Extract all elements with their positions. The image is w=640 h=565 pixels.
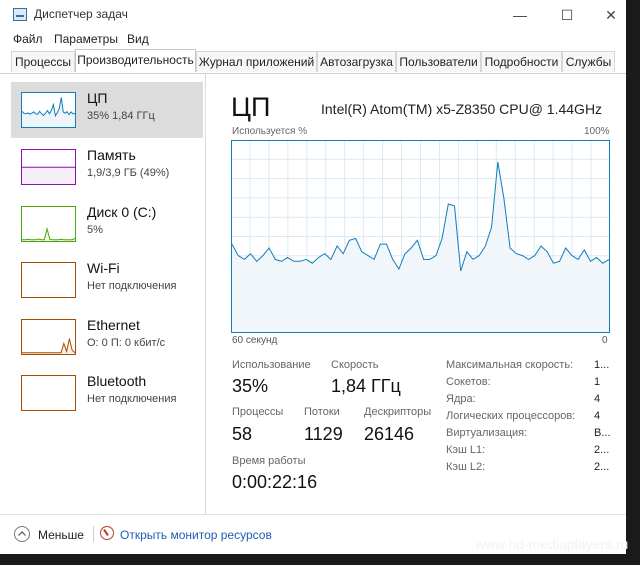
speed-value: 1,84 ГГц	[331, 376, 401, 396]
threads-label: Потоки	[304, 406, 340, 418]
spec-label: Максимальная скорость:	[446, 359, 574, 371]
sidebar-item-wifi[interactable]: Wi-Fi Нет подключения	[11, 252, 203, 308]
tab-startup[interactable]: Автозагрузка	[317, 51, 396, 72]
cpu-model-name: Intel(R) Atom(TM) x5-Z8350 CPU@ 1.44GHz	[321, 101, 603, 117]
spec-value: 2...	[594, 461, 610, 473]
sparkline-area	[22, 338, 75, 354]
usage-label: Использование	[232, 359, 311, 371]
cpu-mini-graph	[21, 92, 76, 128]
minimize-button[interactable]: —	[503, 4, 537, 26]
wifi-mini-graph	[21, 262, 76, 298]
spec-value: В...	[594, 427, 611, 439]
processes-label: Процессы	[232, 406, 284, 418]
tab-users[interactable]: Пользователи	[396, 51, 481, 72]
sidebar-item-memory[interactable]: Память 1,9/3,9 ГБ (49%)	[11, 139, 203, 195]
menu-options[interactable]: Параметры	[54, 32, 118, 46]
sidebar-item-subtitle: 1,9/3,9 ГБ (49%)	[87, 167, 170, 179]
uptime-value: 0:00:22:16	[232, 472, 318, 492]
sidebar-item-ethernet[interactable]: Ethernet О: 0 П: 0 кбит/с	[11, 309, 203, 365]
chart-max-label: 100%	[584, 126, 610, 137]
cpu-usage-chart	[231, 140, 610, 333]
processes-value: 58	[232, 424, 253, 444]
sidebar-item-subtitle: 35% 1,84 ГГц	[87, 110, 155, 122]
chart-x-start-label: 60 секунд	[232, 335, 278, 346]
speed-label: Скорость	[331, 359, 379, 371]
tab-services[interactable]: Службы	[562, 51, 615, 72]
spec-value: 1...	[594, 359, 610, 371]
menu-view[interactable]: Вид	[127, 32, 149, 46]
sidebar-item-subtitle: 5%	[87, 224, 103, 236]
sidebar-item-bluetooth[interactable]: Bluetooth Нет подключения	[11, 365, 203, 421]
watermark-text: www.hd-mediaplayers.ru	[475, 536, 629, 552]
chart-y-label: Используется %	[232, 126, 308, 137]
memory-mini-graph	[21, 149, 76, 185]
window-title: Диспетчер задач	[34, 7, 128, 21]
handles-label: Дескрипторы	[364, 406, 432, 418]
tab-performance[interactable]: Производительность	[75, 49, 196, 72]
sidebar-item-cpu[interactable]: ЦП 35% 1,84 ГГц	[11, 82, 203, 138]
ethernet-mini-graph	[21, 319, 76, 355]
spec-value: 4	[594, 410, 601, 422]
footer-divider	[93, 526, 94, 542]
spec-value: 1	[594, 376, 601, 388]
tab-processes[interactable]: Процессы	[11, 51, 75, 72]
menu-file[interactable]: Файл	[13, 32, 43, 46]
sidebar-item-title: Wi-Fi	[87, 260, 120, 276]
sidebar-item-subtitle: О: 0 П: 0 кбит/с	[87, 337, 166, 349]
sidebar-item-disk[interactable]: Диск 0 (C:) 5%	[11, 196, 203, 252]
title-bar: Диспетчер задач — ☐ ✕	[0, 0, 626, 30]
close-button[interactable]: ✕	[594, 4, 626, 26]
tab-app-history[interactable]: Журнал приложений	[196, 51, 317, 72]
spec-label: Логических процессоров:	[446, 410, 576, 422]
spec-label: Ядра:	[446, 393, 476, 405]
sparkline	[22, 338, 75, 354]
spec-label: Кэш L1:	[446, 444, 486, 456]
chart-x-end-label: 0	[602, 335, 608, 346]
task-manager-app-icon	[13, 8, 27, 21]
spec-label: Кэш L2:	[446, 461, 486, 473]
sidebar-item-title: Диск 0 (C:)	[87, 204, 157, 220]
spec-label: Виртуализация:	[446, 427, 528, 439]
open-resource-monitor-link[interactable]: Открыть монитор ресурсов	[120, 528, 272, 542]
spec-value: 2...	[594, 444, 610, 456]
screen-bezel-right	[626, 0, 640, 565]
menu-bar: Файл Параметры Вид	[0, 30, 626, 50]
spec-label: Сокетов:	[446, 376, 491, 388]
disk-mini-graph	[21, 206, 76, 242]
sidebar-item-title: ЦП	[87, 90, 108, 106]
maximize-button[interactable]: ☐	[550, 4, 584, 26]
sidebar-item-title: Bluetooth	[87, 373, 147, 389]
threads-value: 1129	[304, 424, 343, 444]
tab-details[interactable]: Подробности	[481, 51, 562, 72]
bluetooth-mini-graph	[21, 375, 76, 411]
chevron-up-icon[interactable]	[14, 526, 30, 542]
resource-monitor-icon[interactable]	[100, 526, 114, 540]
page-title: ЦП	[231, 92, 271, 122]
usage-value: 35%	[232, 376, 269, 396]
fewer-details-button[interactable]: Меньше	[38, 528, 84, 542]
uptime-label: Время работы	[232, 455, 306, 467]
sparkline-area	[22, 167, 75, 184]
sidebar-item-subtitle: Нет подключения	[87, 393, 177, 405]
sidebar-item-subtitle: Нет подключения	[87, 280, 177, 292]
sidebar-item-title: Память	[87, 147, 136, 163]
task-manager-window: Диспетчер задач — ☐ ✕ Файл Параметры Вид…	[0, 0, 626, 554]
screen-bezel-bottom	[0, 554, 640, 565]
handles-value: 26146	[364, 424, 415, 444]
sidebar-item-title: Ethernet	[87, 317, 140, 333]
spec-value: 4	[594, 393, 601, 405]
